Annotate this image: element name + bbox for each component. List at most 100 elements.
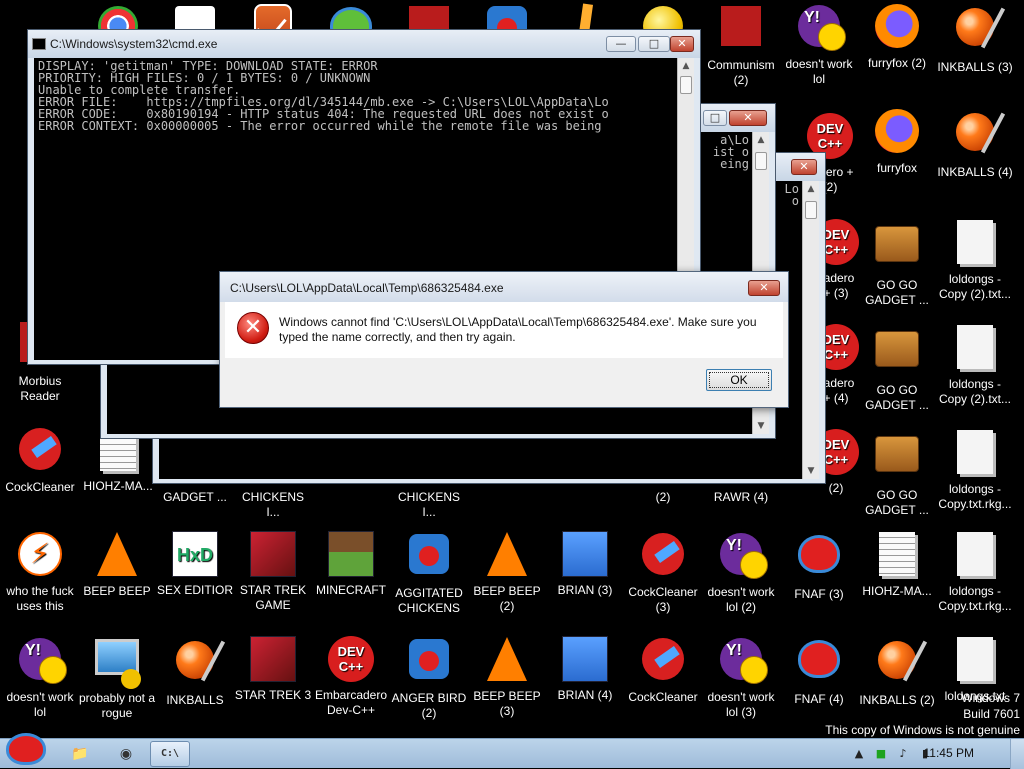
desktop-icon[interactable]: ANGER BIRD (2)	[389, 635, 469, 735]
desktop-icon[interactable]: DEV C++ Embarcadero Dev-C++	[311, 635, 391, 735]
scroll-thumb[interactable]	[755, 152, 767, 170]
clock[interactable]: 11:45 PM	[924, 746, 974, 760]
desktop-icon[interactable]: Communism (2)	[701, 2, 781, 102]
icon-label: BRIAN (4)	[557, 688, 613, 702]
icon-label: who the fuck uses this	[6, 584, 74, 613]
title-bar[interactable]: C:\Windows\system32\cmd.exe	[28, 30, 700, 58]
close-button[interactable]: ✕	[670, 36, 694, 52]
desktop-icon[interactable]: CHICKENS I...	[233, 490, 313, 519]
scroll-up-icon[interactable]: ▲	[753, 132, 769, 148]
scroll-thumb[interactable]	[680, 76, 692, 94]
monitor-gear-icon	[95, 639, 139, 675]
icon-label: Embarcadero Dev-C++	[314, 688, 388, 717]
desktop-icon[interactable]: CockCleaner	[0, 425, 80, 525]
scroll-down-icon[interactable]: ▼	[753, 418, 769, 434]
desktop-icon[interactable]: probably not a rogue	[77, 635, 157, 735]
taskbar-cmd-button[interactable]: C:\	[150, 741, 190, 767]
show-desktop-button[interactable]	[1010, 739, 1024, 769]
minimize-button[interactable]: —	[606, 36, 636, 52]
dialog-title: C:\Users\LOL\AppData\Local\Temp\68632548…	[230, 281, 504, 295]
icon-label: HIOHZ-MA...	[862, 584, 932, 598]
watermark-line: Build 7601	[963, 707, 1020, 721]
desktop-icon[interactable]: GO GO GADGET ...	[857, 428, 937, 528]
desktop-icon[interactable]: doesn't work lol	[779, 2, 859, 102]
yahoo-icon	[720, 533, 768, 579]
desktop-icon[interactable]: doesn't work lol (3)	[701, 635, 781, 735]
bolt-icon: ⚡	[18, 532, 62, 576]
close-button[interactable]: ✕	[791, 159, 817, 175]
inkball-icon	[878, 641, 916, 679]
desktop-icon[interactable]: doesn't work lol	[0, 635, 80, 735]
taskbar-explorer-button[interactable]: 📁	[60, 741, 100, 767]
inkball-icon	[956, 113, 994, 151]
desktop-icon[interactable]: HIOHZ-MA...	[857, 530, 937, 630]
desktop-icon[interactable]: BRIAN (4)	[545, 635, 625, 735]
desktop-icon[interactable]: furryfox	[857, 107, 937, 207]
desktop-icon[interactable]: loldongs - Copy.txt.rkg...	[935, 530, 1015, 630]
icon-label: furryfox	[876, 161, 917, 175]
close-button[interactable]: ✕	[729, 110, 767, 126]
desktop-icon[interactable]: furryfox (2)	[857, 2, 937, 102]
desktop-icon[interactable]: RAWR (4)	[701, 490, 781, 510]
desktop-icon[interactable]: INKBALLS (4)	[935, 107, 1015, 207]
scroll-thumb[interactable]	[805, 201, 817, 219]
desktop-icon[interactable]: STAR TREK 3	[233, 635, 313, 735]
title-bar[interactable]: C:\Users\LOL\AppData\Local\Temp\68632548…	[220, 272, 788, 302]
maximize-button[interactable]: □	[638, 36, 670, 52]
text-file-icon	[957, 637, 993, 681]
desktop-icon[interactable]: loldongs - Copy (2).txt...	[935, 218, 1015, 318]
desktop-icon[interactable]: GO GO GADGET ...	[857, 323, 937, 423]
desktop-icon[interactable]: GO GO GADGET ...	[857, 218, 937, 318]
icon-label: BRIAN (3)	[557, 583, 613, 597]
desktop-icon[interactable]: STAR TREK GAME	[233, 530, 313, 630]
icon-label: GO GO GADGET ...	[865, 278, 929, 307]
error-dialog[interactable]: C:\Users\LOL\AppData\Local\Temp\68632548…	[219, 271, 789, 408]
desktop-icon[interactable]: HxD SEX EDITIOR	[155, 530, 235, 630]
desktop-icon[interactable]: loldongs - Copy.txt.rkg...	[935, 428, 1015, 528]
error-icon: ✕	[237, 312, 269, 344]
icon-label: GO GO GADGET ...	[865, 488, 929, 517]
text-file-icon	[957, 532, 993, 576]
desktop-icon[interactable]: BEEP BEEP (3)	[467, 635, 547, 735]
desktop-icon[interactable]: (2)	[623, 490, 703, 510]
close-button[interactable]: ✕	[748, 280, 780, 296]
icon-label: CockCleaner	[628, 690, 698, 704]
icon-label: CockCleaner	[5, 480, 75, 494]
desktop-icon[interactable]: ⚡ who the fuck uses this	[0, 530, 80, 630]
text-file-icon	[957, 220, 993, 264]
desktop-icon[interactable]: INKBALLS (3)	[935, 2, 1015, 102]
desktop-icon[interactable]: FNAF (3)	[779, 530, 859, 630]
volume-icon[interactable]: ♪	[896, 747, 910, 761]
scroll-up-icon[interactable]: ▲	[678, 58, 694, 74]
desktop-icon[interactable]: INKBALLS	[155, 635, 235, 735]
desktop-icon[interactable]: GADGET ...	[155, 490, 235, 510]
desktop-icon[interactable]: BEEP BEEP	[77, 530, 157, 630]
show-hidden-icons-icon[interactable]: ▲	[852, 747, 866, 761]
desktop-icon[interactable]: CockCleaner (3)	[623, 530, 703, 630]
ok-button[interactable]: OK	[706, 369, 772, 391]
start-button[interactable]	[2, 731, 50, 769]
angry-bird-icon	[6, 733, 46, 765]
network-icon[interactable]: ■	[874, 747, 888, 761]
icon-label: doesn't work lol	[6, 690, 74, 719]
desktop-icon[interactable]: loldongs - Copy (2).txt...	[935, 323, 1015, 423]
desktop-icon[interactable]: CHICKENS I...	[389, 490, 469, 519]
yahoo-icon	[798, 5, 846, 51]
desktop-icon[interactable]: doesn't work lol (2)	[701, 530, 781, 630]
desktop-icon[interactable]: CockCleaner	[623, 635, 703, 735]
desktop-icon[interactable]: BEEP BEEP (2)	[467, 530, 547, 630]
icon-label: BEEP BEEP	[83, 584, 151, 598]
maximize-button[interactable]: □	[703, 110, 727, 126]
icon-label: INKBALLS (4)	[937, 165, 1013, 179]
desktop-icon[interactable]: AGGITATED CHICKENS I...	[389, 530, 469, 630]
chrome-icon: ◉	[119, 746, 133, 762]
vertical-scrollbar[interactable]: ▲ ▼	[802, 181, 819, 479]
desktop-icon[interactable]: BRIAN (3)	[545, 530, 625, 630]
scroll-down-icon[interactable]: ▼	[803, 463, 819, 479]
scroll-up-icon[interactable]: ▲	[803, 181, 819, 197]
desktop-icon[interactable]: HIOHZ-MA...	[78, 425, 158, 525]
icon-label: loldongs - Copy.txt.rkg...	[938, 482, 1012, 511]
taskbar-chrome-button[interactable]: ◉	[106, 741, 146, 767]
desktop-icon[interactable]: MINECRAFT	[311, 530, 391, 630]
minimize-icon: —	[615, 37, 627, 50]
